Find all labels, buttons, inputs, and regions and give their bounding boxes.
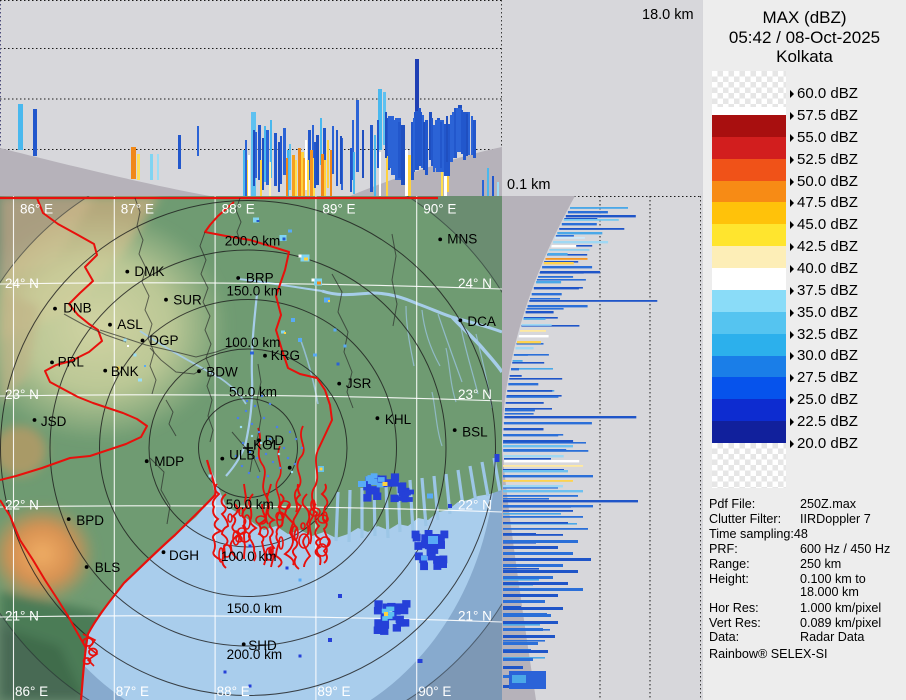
svg-text:BDW: BDW: [206, 364, 238, 379]
svg-text:150.0 km: 150.0 km: [227, 601, 283, 616]
svg-text:KRG: KRG: [271, 348, 300, 363]
svg-text:88° E: 88° E: [217, 684, 250, 699]
svg-text:21° N: 21° N: [458, 608, 492, 623]
svg-text:50.0 km: 50.0 km: [226, 497, 274, 512]
svg-text:90° E: 90° E: [418, 684, 451, 699]
svg-text:BPD: BPD: [76, 513, 104, 528]
svg-text:JSD: JSD: [41, 414, 67, 429]
svg-text:SUR: SUR: [173, 293, 202, 308]
svg-text:87° E: 87° E: [116, 684, 149, 699]
svg-text:MDP: MDP: [154, 454, 184, 469]
svg-text:DGH: DGH: [169, 548, 199, 563]
svg-text:DGP: DGP: [149, 333, 178, 348]
svg-text:DNB: DNB: [63, 300, 92, 315]
svg-text:22° N: 22° N: [5, 498, 39, 513]
svg-text:DMK: DMK: [134, 264, 164, 279]
svg-text:24° N: 24° N: [458, 276, 492, 291]
svg-text:SHD: SHD: [248, 638, 277, 653]
svg-text:KOL: KOL: [253, 437, 281, 452]
svg-text:88° E: 88° E: [222, 202, 255, 217]
svg-text:50.0 km: 50.0 km: [229, 384, 277, 399]
svg-text:86° E: 86° E: [15, 684, 48, 699]
svg-text:100.0 km: 100.0 km: [221, 549, 277, 564]
svg-text:JSR: JSR: [346, 376, 372, 391]
svg-text:89° E: 89° E: [317, 684, 350, 699]
svg-text:23° N: 23° N: [5, 387, 39, 402]
svg-text:86° E: 86° E: [20, 202, 53, 217]
svg-text:23° N: 23° N: [458, 387, 492, 402]
svg-text:ULB: ULB: [229, 448, 255, 463]
svg-text:87° E: 87° E: [121, 202, 154, 217]
svg-text:KHL: KHL: [385, 412, 412, 427]
svg-text:90° E: 90° E: [423, 202, 456, 217]
svg-text:24° N: 24° N: [5, 276, 39, 291]
svg-text:89° E: 89° E: [322, 202, 355, 217]
svg-text:21° N: 21° N: [5, 608, 39, 623]
svg-text:MNS: MNS: [447, 232, 477, 247]
svg-text:BSL: BSL: [462, 425, 488, 440]
svg-text:DCA: DCA: [467, 314, 496, 329]
svg-text:BNK: BNK: [111, 364, 139, 379]
svg-text:150.0 km: 150.0 km: [227, 284, 283, 299]
svg-text:BRP: BRP: [246, 271, 274, 286]
svg-text:ASL: ASL: [117, 317, 143, 332]
svg-text:200.0 km: 200.0 km: [225, 234, 281, 249]
svg-text:PRL: PRL: [58, 355, 85, 370]
svg-text:22° N: 22° N: [458, 498, 492, 513]
svg-text:BLS: BLS: [95, 560, 121, 575]
